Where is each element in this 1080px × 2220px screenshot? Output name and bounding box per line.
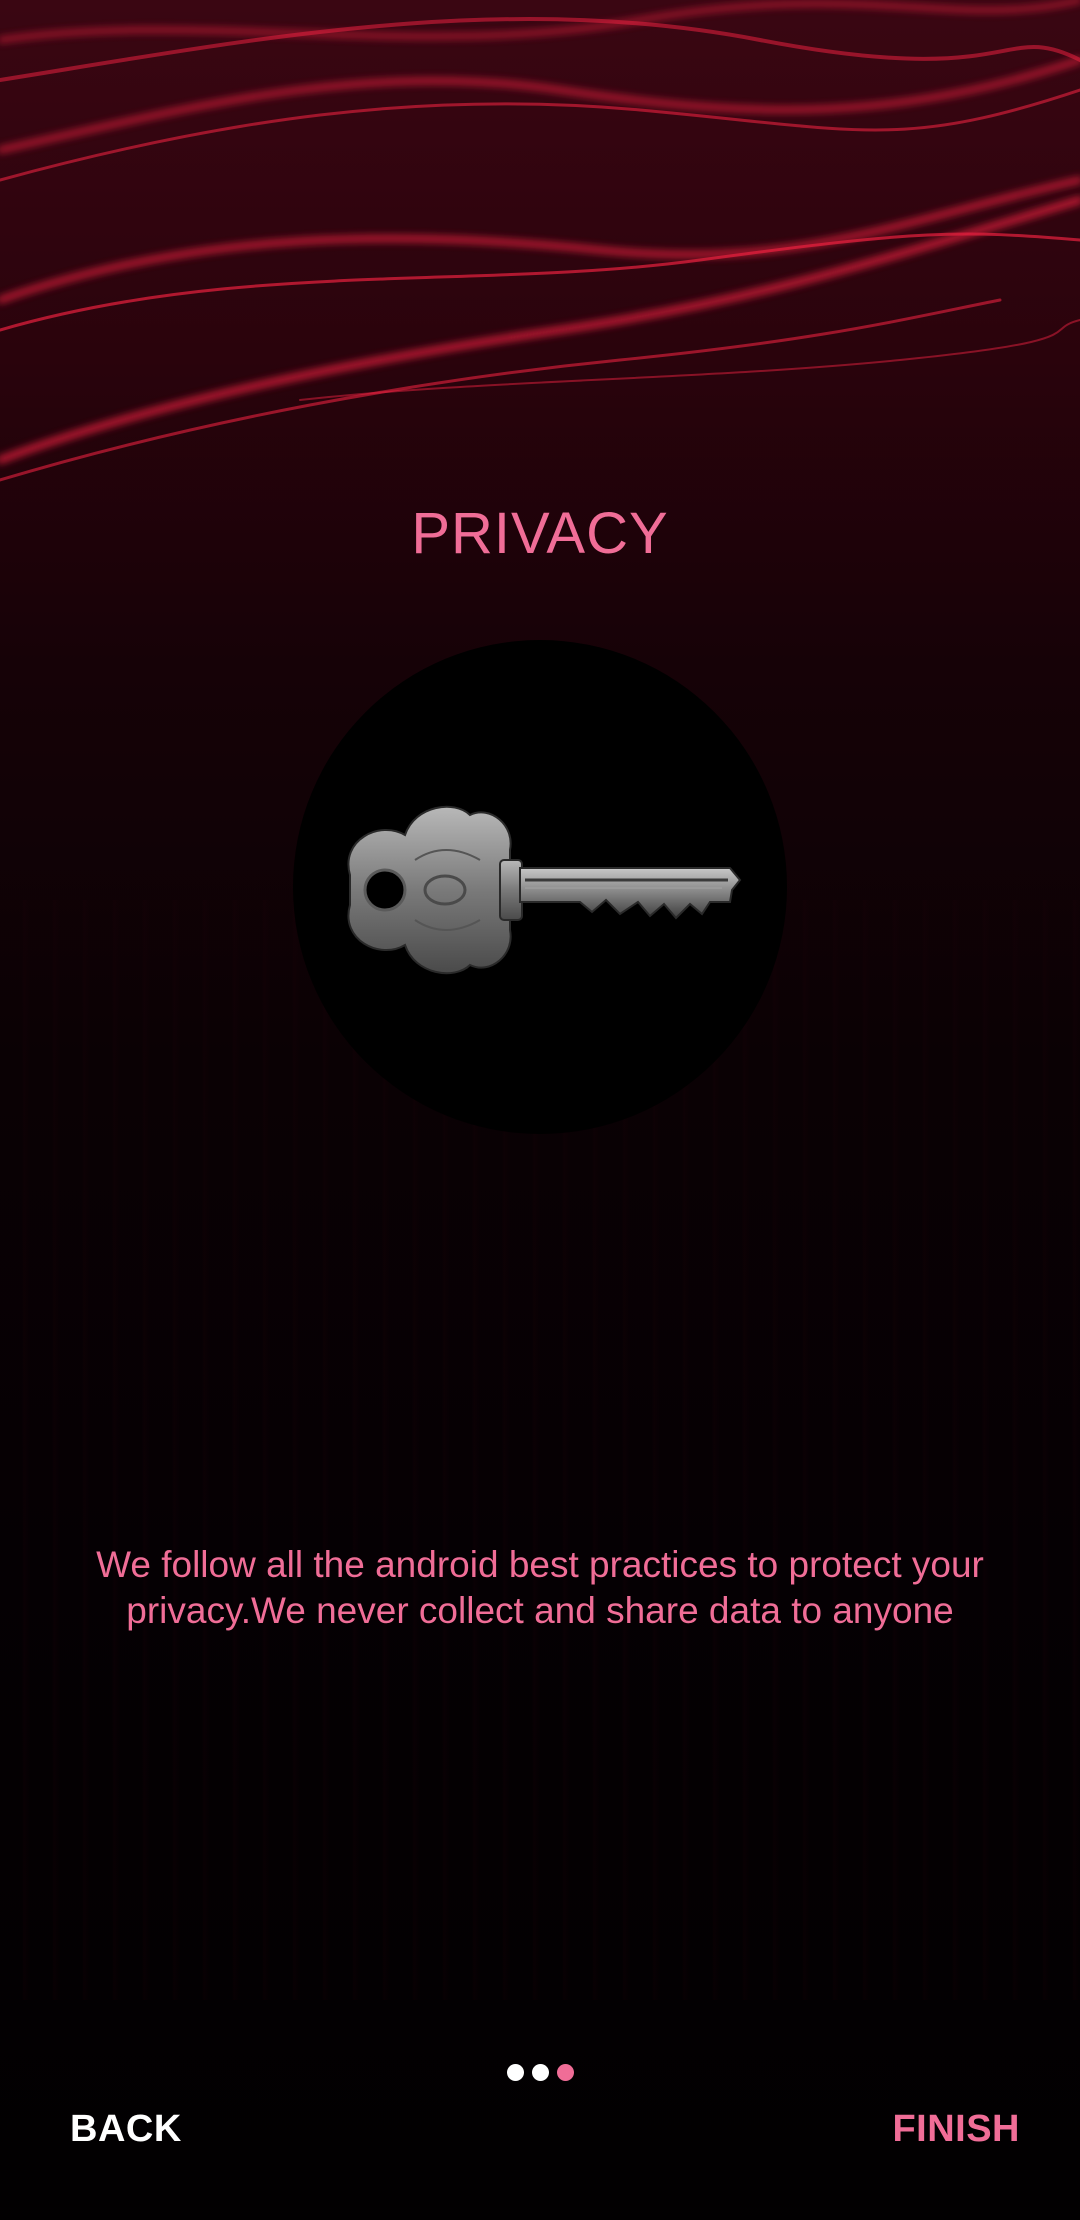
page-indicator: [0, 2064, 1080, 2081]
page-dot-3-active: [556, 2064, 574, 2081]
page-dot-1: [506, 2064, 524, 2081]
onboarding-screen: PRIVACY We follow all the android best p…: [0, 0, 1080, 2220]
background-light-streaks: [0, 0, 1080, 482]
description-text: We follow all the android best practices…: [96, 1544, 984, 1631]
back-button[interactable]: BACK: [70, 2108, 182, 2151]
key-icon: [347, 805, 742, 975]
page-dot-2: [531, 2064, 549, 2081]
finish-button[interactable]: FINISH: [892, 2108, 1020, 2151]
page-title: PRIVACY: [411, 501, 669, 566]
